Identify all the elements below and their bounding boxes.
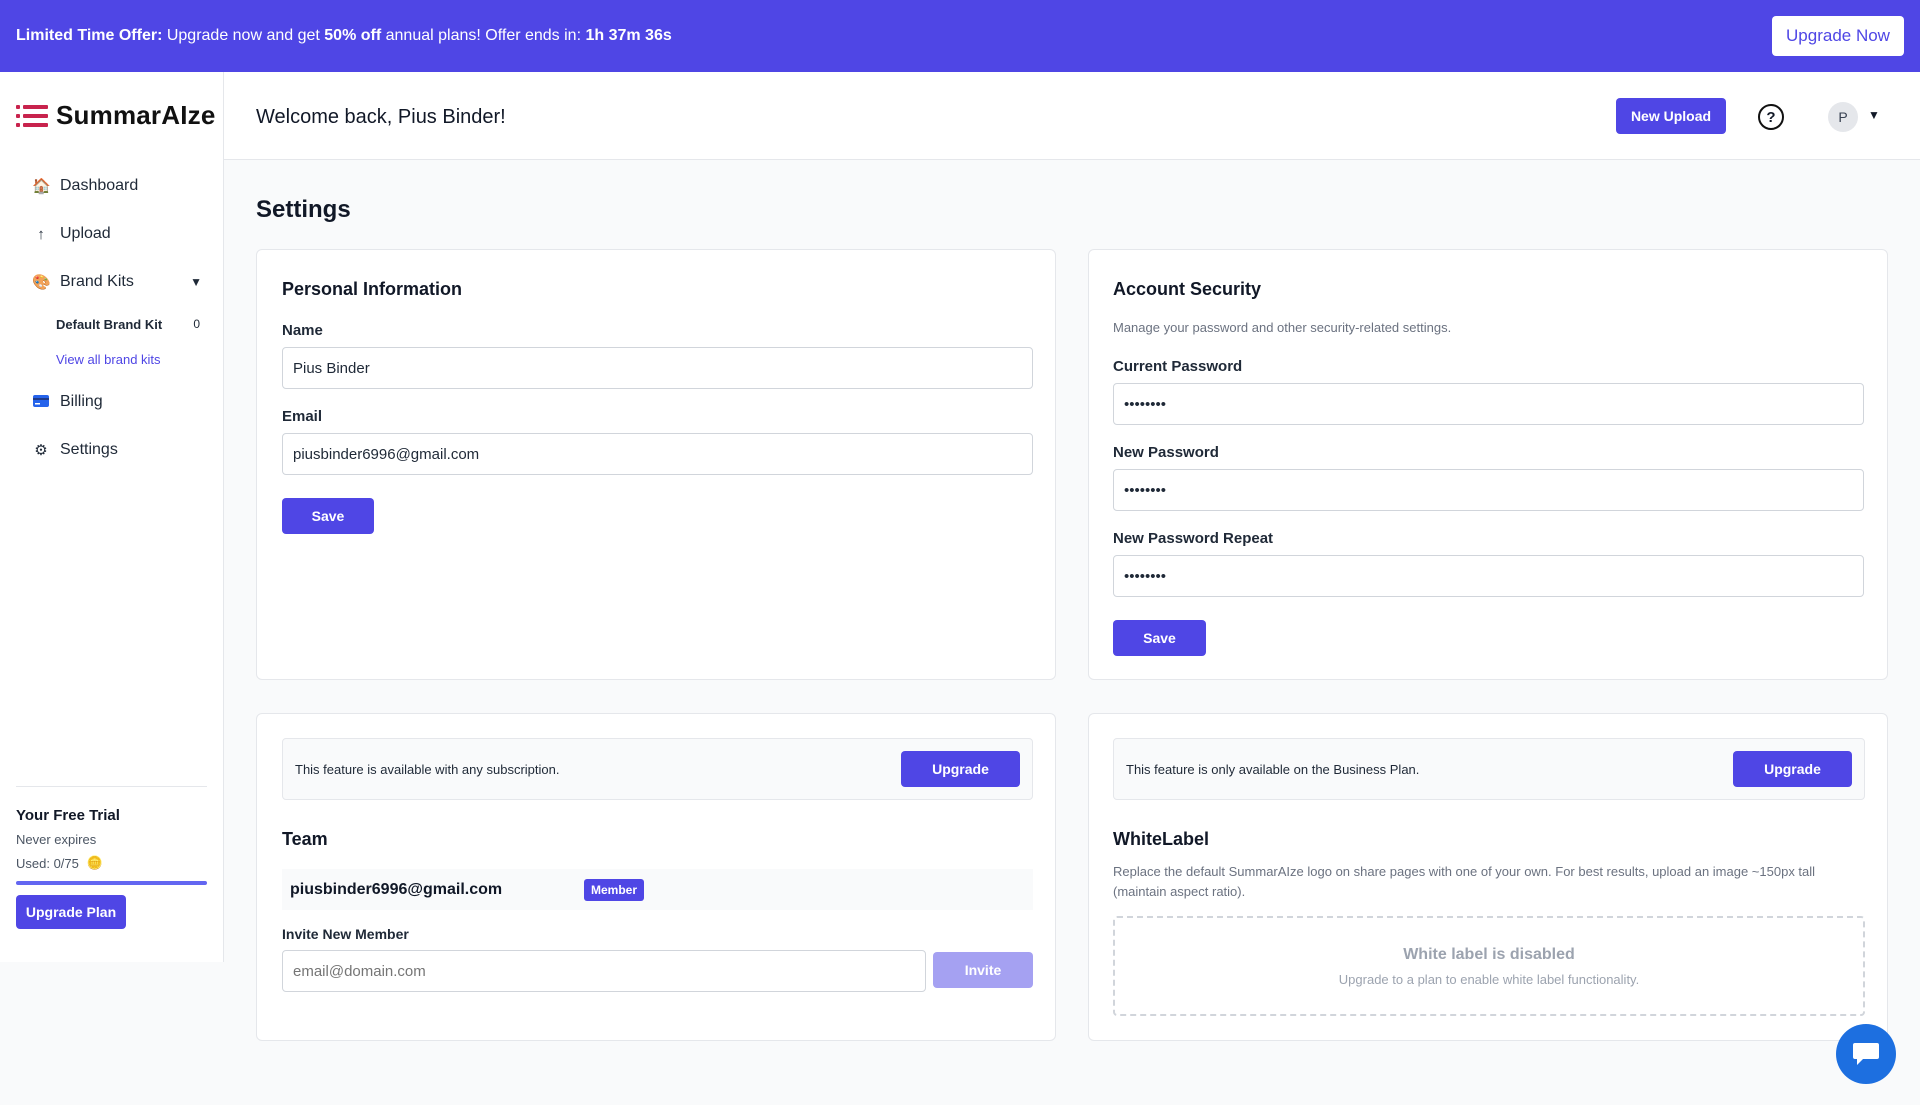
trial-expiry: Never expires xyxy=(16,832,97,847)
save-personal-button[interactable]: Save xyxy=(282,498,374,534)
invite-email-input[interactable] xyxy=(282,950,926,992)
name-field[interactable]: Pius Binder xyxy=(282,347,1033,389)
upgrade-now-button[interactable]: Upgrade Now xyxy=(1772,16,1904,56)
brand-name: SummarAIze xyxy=(56,100,216,130)
save-password-button[interactable]: Save xyxy=(1113,620,1206,656)
whitelabel-title: WhiteLabel xyxy=(1113,829,1210,849)
promo-countdown: 1h 37m 36s xyxy=(585,27,672,44)
card-title: Personal Information xyxy=(282,279,463,299)
sidebar-subitem-default-brand-kit[interactable]: Default Brand Kit 0 xyxy=(32,306,202,342)
promo-lead: Limited Time Offer: xyxy=(16,27,163,44)
avatar[interactable]: P xyxy=(1828,102,1858,132)
sidebar: SummarAIze 🏠 Dashboard ↑ Upload 🎨 Brand … xyxy=(0,72,224,962)
name-label: Name xyxy=(282,322,323,339)
trial-title: Your Free Trial xyxy=(16,807,120,824)
new-password-repeat-field[interactable]: •••••••• xyxy=(1113,555,1864,597)
team-title: Team xyxy=(282,829,328,849)
list-logo-icon xyxy=(16,104,48,127)
help-icon[interactable]: ? xyxy=(1758,104,1784,130)
sidebar-item-billing[interactable]: Billing xyxy=(32,378,202,426)
subscription-notice: This feature is available with any subsc… xyxy=(282,738,1033,800)
sidebar-item-label: Brand Kits xyxy=(60,273,134,290)
brand-kit-count: 0 xyxy=(193,317,200,331)
palette-icon: 🎨 xyxy=(32,274,51,291)
sidebar-item-dashboard[interactable]: 🏠 Dashboard xyxy=(32,162,202,210)
sidebar-item-label: Billing xyxy=(60,393,103,410)
account-security-card: Account Security Manage your password an… xyxy=(1088,249,1888,680)
sidebar-item-label: Upload xyxy=(60,225,111,242)
team-member-row: piusbinder6996@gmail.com Member xyxy=(282,869,1033,910)
trial-usage-bar xyxy=(16,881,207,885)
chat-widget-button[interactable] xyxy=(1836,1024,1896,1084)
brand-logo[interactable]: SummarAIze xyxy=(16,100,216,131)
chat-bubble-icon xyxy=(1853,1043,1879,1065)
current-password-field[interactable]: •••••••• xyxy=(1113,383,1864,425)
member-email: piusbinder6996@gmail.com xyxy=(290,880,503,898)
email-label: Email xyxy=(282,408,323,425)
personal-information-card: Personal Information Name Pius Binder Em… xyxy=(256,249,1056,680)
promo-banner: Limited Time Offer: Upgrade now and get … xyxy=(0,0,1920,72)
gear-icon: ⚙ xyxy=(34,442,48,459)
invite-button[interactable]: Invite xyxy=(933,952,1033,988)
sidebar-item-upload[interactable]: ↑ Upload xyxy=(32,210,202,258)
free-trial-panel: Your Free Trial Never expires Used: 0/75… xyxy=(16,786,207,929)
team-card: This feature is available with any subsc… xyxy=(256,713,1056,1041)
whitelabel-disabled-box: White label is disabled Upgrade to a pla… xyxy=(1113,916,1865,1016)
whitelabel-description: Replace the default SummarAIze logo on s… xyxy=(1113,864,1816,899)
sidebar-nav: 🏠 Dashboard ↑ Upload 🎨 Brand Kits ▼ Defa… xyxy=(32,162,202,474)
card-subtitle: Manage your password and other security-… xyxy=(1113,320,1452,335)
sidebar-item-label: Dashboard xyxy=(60,177,139,194)
email-field[interactable]: piusbinder6996@gmail.com xyxy=(282,433,1033,475)
upload-arrow-icon: ↑ xyxy=(37,225,45,243)
coins-icon: 🪙 xyxy=(86,855,104,870)
disabled-subtitle: Upgrade to a plan to enable white label … xyxy=(1338,971,1640,987)
sidebar-subitem-label: Default Brand Kit xyxy=(56,316,163,332)
page-title: Settings xyxy=(256,196,351,223)
new-upload-button[interactable]: New Upload xyxy=(1616,98,1726,134)
new-password-repeat-label: New Password Repeat xyxy=(1113,530,1274,547)
card-title: Account Security xyxy=(1113,279,1262,299)
caret-down-icon[interactable]: ▼ xyxy=(1868,108,1880,122)
current-password-label: Current Password xyxy=(1113,358,1243,375)
new-password-label: New Password xyxy=(1113,444,1219,461)
sidebar-item-brand-kits[interactable]: 🎨 Brand Kits ▼ xyxy=(32,258,202,306)
promo-text-2: annual plans! Offer ends in: xyxy=(381,27,586,44)
sidebar-item-settings[interactable]: ⚙ Settings xyxy=(32,426,202,474)
top-header: Welcome back, Pius Binder! New Upload ? … xyxy=(224,72,1920,160)
notice-text: This feature is only available on the Bu… xyxy=(1126,761,1420,777)
upgrade-plan-button[interactable]: Upgrade Plan xyxy=(16,895,126,929)
team-upgrade-button[interactable]: Upgrade xyxy=(901,751,1020,787)
role-badge: Member xyxy=(584,878,645,901)
whitelabel-card: This feature is only available on the Bu… xyxy=(1088,713,1888,1041)
disabled-title: White label is disabled xyxy=(1403,945,1575,963)
invite-label: Invite New Member xyxy=(282,926,409,942)
promo-text: Limited Time Offer: Upgrade now and get … xyxy=(16,27,672,45)
house-icon: 🏠 xyxy=(32,178,51,195)
promo-discount: 50% off xyxy=(324,27,382,44)
trial-usage: Used: 0/75 🪙 xyxy=(16,855,207,871)
trial-usage-text: Used: 0/75 xyxy=(16,855,79,871)
promo-text-1: Upgrade now and get xyxy=(162,27,325,44)
sidebar-item-label: Settings xyxy=(60,441,118,458)
business-plan-notice: This feature is only available on the Bu… xyxy=(1113,738,1865,800)
caret-down-icon[interactable]: ▼ xyxy=(190,275,202,289)
whitelabel-upgrade-button[interactable]: Upgrade xyxy=(1733,751,1852,787)
welcome-message: Welcome back, Pius Binder! xyxy=(256,106,506,128)
new-password-field[interactable]: •••••••• xyxy=(1113,469,1864,511)
notice-text: This feature is available with any subsc… xyxy=(295,761,560,777)
credit-card-icon xyxy=(32,394,50,411)
view-all-brand-kits-link[interactable]: View all brand kits xyxy=(32,342,202,376)
